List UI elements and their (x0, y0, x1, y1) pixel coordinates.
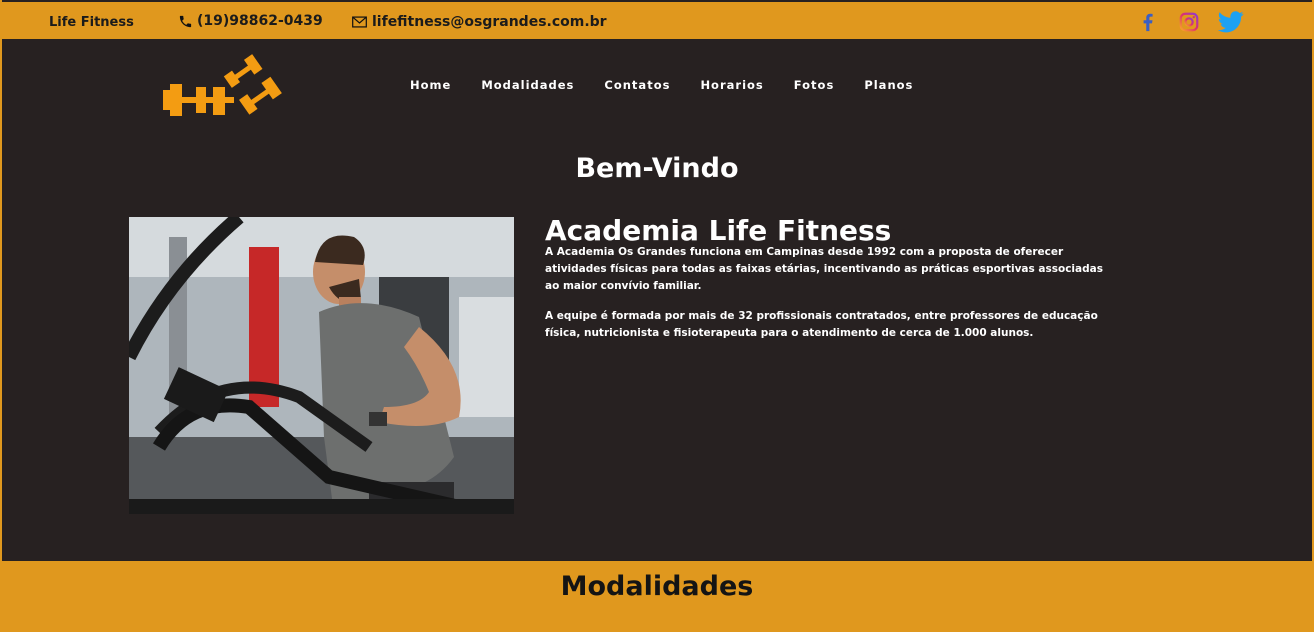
email-address[interactable]: lifefitness@osgrandes.com.br (372, 14, 607, 30)
gym-photo (129, 217, 514, 514)
nav-modalidades[interactable]: Modalidades (481, 78, 574, 92)
facebook-icon[interactable] (1137, 11, 1159, 33)
dumbbell-logo-icon[interactable] (160, 51, 288, 125)
email-contact: lifefitness@osgrandes.com.br (352, 14, 607, 30)
envelope-icon (352, 16, 367, 28)
twitter-icon[interactable] (1218, 11, 1244, 33)
phone-contact: (19)98862-0439 (178, 13, 323, 29)
about-paragraph-1: A Academia Os Grandes funciona em Campin… (545, 246, 1103, 292)
nav-home[interactable]: Home (410, 78, 451, 92)
phone-number[interactable]: (19)98862-0439 (197, 13, 323, 29)
about-title: Academia Life Fitness (545, 214, 892, 247)
modalidades-section: Modalidades (2, 561, 1312, 632)
phone-icon (178, 14, 193, 29)
top-bar: Life Fitness (19)98862-0439 lifefitness@… (2, 2, 1312, 39)
brand-name: Life Fitness (49, 15, 134, 30)
nav-planos[interactable]: Planos (864, 78, 913, 92)
welcome-heading: Bem-Vindo (575, 153, 739, 184)
nav-horarios[interactable]: Horarios (700, 78, 763, 92)
main-nav: Home Modalidades Contatos Horarios Fotos… (410, 78, 943, 92)
page: Life Fitness (19)98862-0439 lifefitness@… (2, 0, 1312, 632)
about-paragraph-2: A equipe é formada por mais de 32 profis… (545, 310, 1098, 339)
modalidades-heading: Modalidades (560, 571, 754, 602)
instagram-icon[interactable] (1178, 11, 1200, 33)
nav-fotos[interactable]: Fotos (794, 78, 835, 92)
nav-contatos[interactable]: Contatos (604, 78, 670, 92)
